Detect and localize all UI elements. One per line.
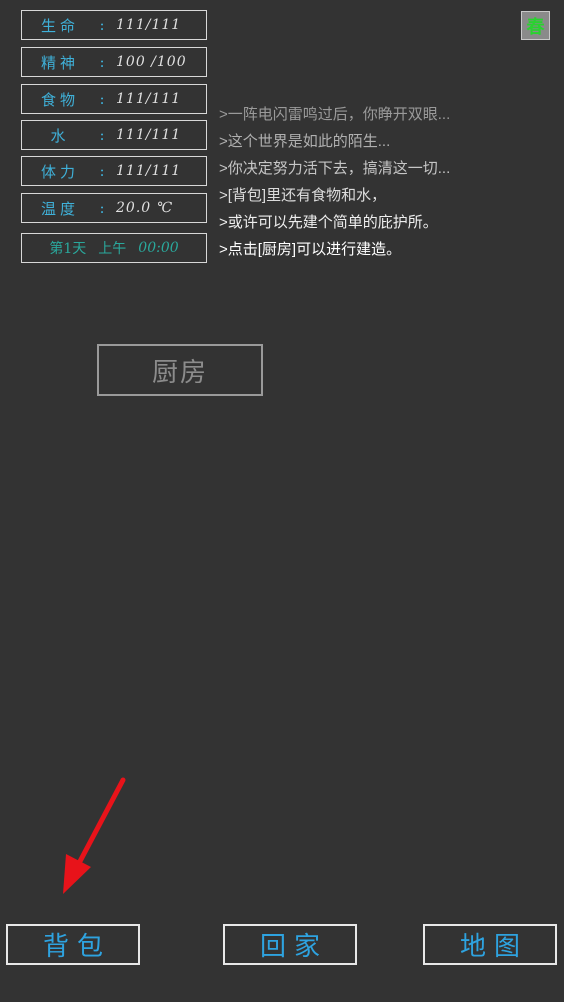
stat-label: 体力 [40, 162, 79, 181]
stat-label: 生命 [40, 16, 79, 35]
stat-separator: : [99, 16, 105, 34]
stat-stamina: 体力 : 111/111 [21, 156, 207, 186]
log-line: >这个世界是如此的陌生... [219, 133, 391, 150]
stat-value: 111/111 [116, 91, 182, 107]
clock-label: 00:00 [138, 240, 179, 256]
log-line: >[背包]里还有食物和水， [219, 187, 387, 204]
backpack-button[interactable]: 背包 [6, 924, 140, 965]
home-button-label: 回家 [259, 932, 328, 962]
stat-food: 食物 : 111/111 [21, 84, 207, 114]
day-label: 第1天 [49, 241, 87, 257]
stat-value: 111/111 [116, 17, 182, 33]
stat-value: 20.0 ℃ [116, 200, 174, 216]
log-line: >或许可以先建个简单的庇护所。 [219, 214, 438, 231]
log-line: >点击[厨房]可以进行建造。 [219, 241, 402, 258]
kitchen-button[interactable]: 厨房 [97, 344, 263, 396]
stat-label: 食物 [40, 90, 79, 109]
stat-separator: : [99, 162, 105, 180]
log-line: >你决定努力活下去，搞清这一切... [219, 160, 451, 177]
home-button[interactable]: 回家 [223, 924, 357, 965]
stat-separator: : [99, 53, 105, 71]
map-button[interactable]: 地图 [423, 924, 557, 965]
stat-value: 100 /100 [116, 54, 187, 70]
stat-label: 温度 [40, 199, 79, 218]
day-time-display: 第1天 上午 00:00 [21, 233, 207, 263]
stat-health: 生命 : 111/111 [21, 10, 207, 40]
stat-spirit: 精神 : 100 /100 [21, 47, 207, 77]
kitchen-button-label: 厨房 [151, 357, 208, 388]
backpack-button-label: 背包 [42, 932, 111, 962]
period-label: 上午 [98, 241, 127, 257]
season-badge[interactable]: 春 [521, 11, 550, 40]
stat-label: 精神 [40, 53, 79, 72]
message-log: >一阵电闪雷鸣过后，你睁开双眼... >这个世界是如此的陌生... >你决定努力… [219, 101, 559, 263]
stat-label: 水 [50, 126, 70, 145]
stat-separator: : [99, 199, 105, 217]
stat-value: 111/111 [116, 163, 182, 179]
log-line: >一阵电闪雷鸣过后，你睁开双眼... [219, 106, 451, 123]
stat-temperature: 温度 : 20.0 ℃ [21, 193, 207, 223]
stat-value: 111/111 [116, 127, 182, 143]
stat-separator: : [99, 126, 105, 144]
pointer-arrow-icon [63, 777, 126, 894]
season-label: 春 [526, 16, 545, 38]
stat-separator: : [99, 90, 105, 108]
stat-water: 水 : 111/111 [21, 120, 207, 150]
map-button-label: 地图 [459, 932, 528, 962]
